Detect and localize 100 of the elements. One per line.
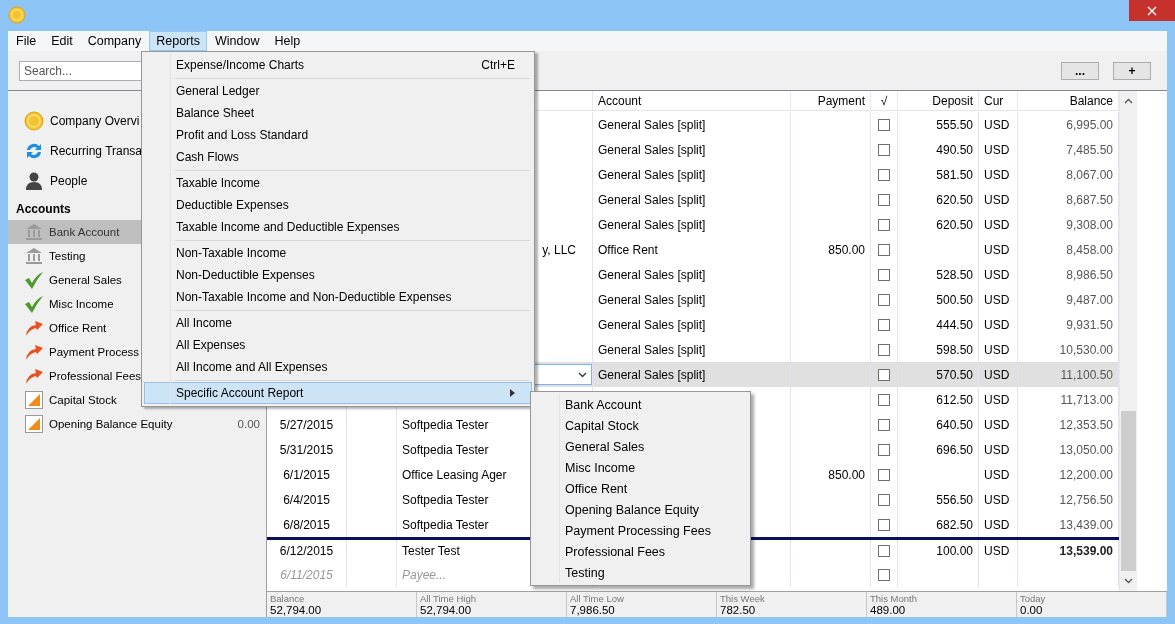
table-cell: General Sales [split] [593, 262, 791, 287]
checkbox[interactable] [878, 293, 890, 306]
column-header[interactable]: Account [593, 91, 791, 110]
menu-item[interactable]: General Ledger [144, 80, 532, 102]
sidebar-item[interactable]: People [50, 174, 88, 188]
menu-bar-item[interactable]: Help [267, 31, 308, 51]
menu-bar-item[interactable]: File [9, 31, 44, 51]
account-name[interactable]: Opening Balance Equity [49, 418, 173, 430]
table-cell: 6/12/2015 [267, 540, 347, 562]
checkbox[interactable] [878, 118, 890, 131]
table-cell: USD [979, 212, 1018, 237]
summary-label: All Time High [420, 593, 477, 604]
column-header[interactable]: Deposit [898, 91, 979, 110]
table-cell: 528.50 [898, 262, 979, 287]
toolbar-button[interactable]: + [1113, 61, 1151, 80]
bank-icon [24, 222, 44, 242]
table-cell: 850.00 [791, 237, 871, 262]
menu-item[interactable]: Balance Sheet [144, 102, 532, 124]
scroll-down-icon[interactable] [1124, 578, 1133, 584]
column-header[interactable]: √ [871, 91, 898, 110]
checkbox[interactable] [878, 168, 890, 181]
table-cell: USD [979, 112, 1018, 137]
summary-value: 52,794.00 [270, 604, 323, 617]
checkbox[interactable] [878, 368, 890, 381]
account-name[interactable]: Professional Fees [49, 370, 142, 382]
menu-item[interactable]: All Expenses [144, 334, 532, 356]
checkbox[interactable] [878, 518, 890, 531]
table-cell: 5/27/2015 [267, 412, 347, 437]
table-cell: USD [979, 362, 1018, 387]
checkbox[interactable] [878, 568, 890, 581]
table-cell: 640.50 [898, 412, 979, 437]
summary-value: 782.50 [720, 604, 757, 617]
checkbox[interactable] [878, 218, 890, 231]
table-cell: USD [979, 187, 1018, 212]
table-cell: USD [979, 137, 1018, 162]
menu-item[interactable]: Non-Deductible Expenses [144, 264, 532, 286]
table-cell: USD [979, 262, 1018, 287]
toolbar-button[interactable]: ... [1061, 61, 1099, 80]
menu-item[interactable]: All Income [144, 312, 532, 334]
checkbox[interactable] [878, 343, 890, 356]
menu-bar-item[interactable]: Reports [149, 31, 207, 51]
checkbox[interactable] [878, 143, 890, 156]
menu-item[interactable]: All Income and All Expenses [144, 356, 532, 378]
menu-item[interactable]: Deductible Expenses [144, 194, 532, 216]
summary-value: 0.00 [1020, 604, 1044, 617]
scrollbar-thumb[interactable] [1121, 411, 1136, 571]
close-icon [1147, 5, 1157, 16]
table-cell: 850.00 [791, 462, 871, 487]
table-cell: 490.50 [898, 137, 979, 162]
checkbox[interactable] [878, 443, 890, 456]
account-name[interactable]: Misc Income [49, 298, 114, 310]
checkbox[interactable] [878, 243, 890, 256]
column-header[interactable]: Payment [791, 91, 871, 110]
summary-label: All Time Low [570, 593, 625, 604]
table-cell: USD [979, 237, 1018, 262]
menu-item[interactable]: Non-Taxable Income and Non-Deductible Expenses [144, 286, 532, 308]
menu-item[interactable]: Cash Flows [144, 146, 532, 168]
account-name[interactable]: General Sales [49, 274, 122, 286]
menu-item[interactable]: Testing [533, 562, 748, 583]
table-cell: 620.50 [898, 212, 979, 237]
checkbox[interactable] [878, 393, 890, 406]
menu-item[interactable]: Taxable Income [144, 172, 532, 194]
table-cell: 682.50 [898, 512, 979, 537]
summary-value: 52,794.00 [420, 604, 473, 617]
menu-item[interactable]: Taxable Income and Deductible Expenses [144, 216, 532, 238]
sidebar-item[interactable]: Recurring Transa [50, 144, 143, 158]
account-name[interactable]: Office Rent [49, 322, 107, 334]
column-header[interactable]: Cur [979, 91, 1018, 110]
table-cell: 444.50 [898, 312, 979, 337]
table-cell: USD [979, 540, 1018, 562]
account-name[interactable]: Payment Process [49, 346, 140, 358]
table-cell: 6/1/2015 [267, 462, 347, 487]
scroll-up-icon[interactable] [1124, 98, 1133, 104]
scrollbar[interactable] [1119, 91, 1137, 591]
table-cell: 500.50 [898, 287, 979, 312]
table-cell: General Sales [split] [593, 362, 791, 387]
table-cell: General Sales [split] [593, 187, 791, 212]
checkbox[interactable] [878, 418, 890, 431]
menu-item[interactable]: Bank Account [533, 394, 748, 415]
table-cell: General Sales [split] [593, 287, 791, 312]
curved-arrow-icon [24, 318, 44, 338]
menu-bar-item[interactable]: Company [80, 31, 149, 51]
menu-item[interactable]: Specific Account Report [144, 382, 532, 404]
account-name[interactable]: Capital Stock [49, 394, 117, 406]
table-cell: USD [979, 437, 1018, 462]
menu-item[interactable]: Profit and Loss Standard [144, 124, 532, 146]
checkbox[interactable] [878, 268, 890, 281]
checkbox[interactable] [878, 193, 890, 206]
checkbox[interactable] [878, 545, 890, 557]
checkbox[interactable] [878, 493, 890, 506]
menu-bar-item[interactable]: Edit [44, 31, 80, 51]
account-name[interactable]: Bank Account [49, 226, 120, 238]
equity-icon [24, 414, 44, 434]
account-name[interactable]: Testing [49, 250, 86, 262]
table-cell: 5/31/2015 [267, 437, 347, 462]
checkbox[interactable] [878, 318, 890, 331]
menu-bar-item[interactable]: Window [208, 31, 267, 51]
checkbox[interactable] [878, 468, 890, 481]
table-cell: General Sales [split] [593, 312, 791, 337]
sidebar-item[interactable]: Company Overvi [50, 114, 140, 128]
